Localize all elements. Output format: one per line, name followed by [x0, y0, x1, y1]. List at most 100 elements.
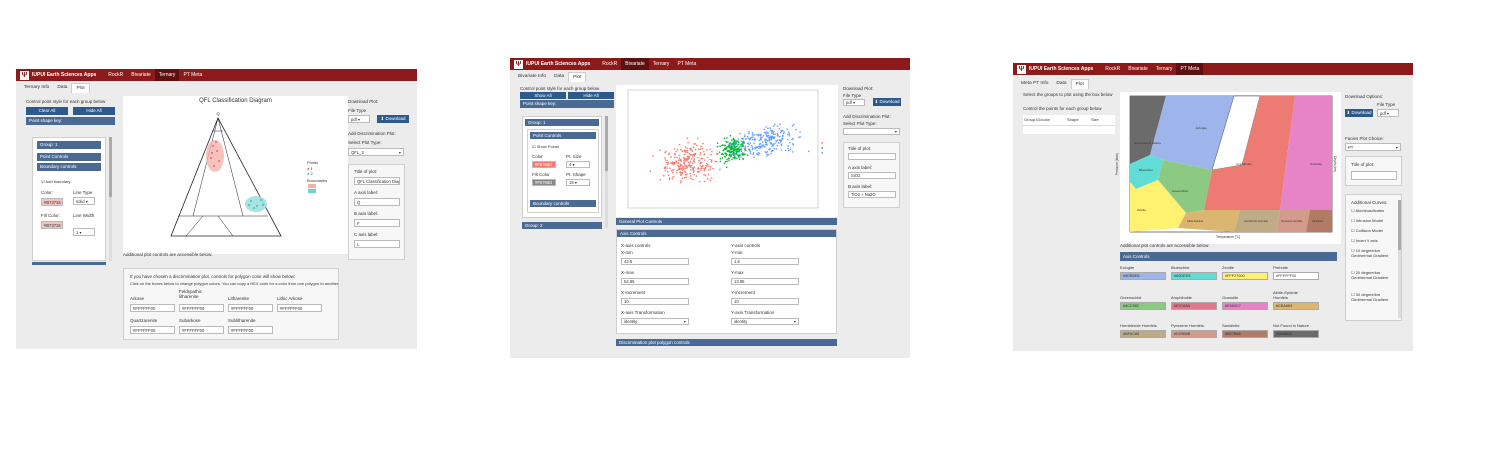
- curve-option[interactable]: ☐ 10 degree/km Geothermal Gradient: [1351, 248, 1393, 258]
- line-width-select[interactable]: 1 ▾: [73, 228, 95, 236]
- tab-bivariate-info[interactable]: Bivariate Info: [514, 72, 550, 82]
- download-button[interactable]: ⬇ Download: [1345, 109, 1373, 117]
- nav-ternary[interactable]: Ternary: [154, 69, 180, 81]
- nav-ternary[interactable]: Ternary: [649, 58, 674, 70]
- scrollbar[interactable]: [1398, 200, 1401, 318]
- tab-data[interactable]: Data: [1052, 79, 1070, 89]
- nav-rockr[interactable]: RockR: [598, 58, 621, 70]
- file-type-select[interactable]: pdf ▾: [348, 115, 370, 123]
- download-button[interactable]: ⬇ Download: [873, 98, 901, 106]
- fill-color-input[interactable]: #F8766D: [532, 179, 556, 186]
- xmin-input[interactable]: 42.5: [621, 258, 689, 265]
- swatch-input[interactable]: #FFFFFF00: [179, 326, 224, 334]
- point-controls-header[interactable]: Point Controls: [530, 132, 596, 139]
- pt-size-select[interactable]: 4 ▾: [566, 161, 590, 168]
- xmax-input[interactable]: 54.85: [621, 278, 689, 285]
- swatch-input[interactable]: #FFFFFF00: [228, 326, 273, 334]
- facies-swatch-input[interactable]: #E684C7: [1222, 302, 1268, 310]
- curve-option[interactable]: ☐ Invert Y axis: [1351, 238, 1378, 243]
- curve-option[interactable]: ☐ 20 degree/km Geothermal Gradient: [1351, 270, 1393, 280]
- facies-select[interactable]: PT ▾: [1345, 143, 1401, 151]
- nav-bivariate[interactable]: Bivariate: [127, 69, 154, 81]
- group-header[interactable]: Group: 1: [37, 141, 101, 149]
- curve-option[interactable]: ☐ Collision Model: [1351, 228, 1383, 233]
- nav-bivariate[interactable]: Bivariate: [1124, 63, 1151, 75]
- swatch-input[interactable]: #FFFFFF00: [277, 304, 322, 312]
- pt-shape-select[interactable]: 19 ▾: [566, 179, 590, 186]
- file-type-select[interactable]: pdf ▾: [843, 99, 865, 106]
- b-axis-input[interactable]: TiO2 + Na2O: [848, 191, 896, 198]
- swatch-input[interactable]: #FFFFFF00: [130, 326, 175, 334]
- ytrans-select[interactable]: identity ▾: [731, 318, 799, 325]
- title-of-plot-input[interactable]: QFL Classification Diag: [354, 177, 400, 185]
- xinc-input[interactable]: 10: [621, 298, 689, 305]
- plot-type-select[interactable]: ▾: [843, 128, 900, 135]
- title-of-plot-input[interactable]: [848, 153, 896, 160]
- ymin-input[interactable]: 1.5: [731, 258, 799, 265]
- point-controls-header[interactable]: Point Controls: [37, 153, 101, 161]
- scroll-thumb[interactable]: [605, 116, 608, 171]
- general-controls-header[interactable]: General Plot Controls: [616, 218, 837, 225]
- facies-swatch-input[interactable]: #CBA663: [1273, 302, 1319, 310]
- facies-swatch-input[interactable]: #FFF27000: [1222, 272, 1268, 280]
- swatch-input[interactable]: #FFFFFF00: [228, 304, 273, 312]
- c-axis-input[interactable]: L: [354, 240, 400, 248]
- swatch-input[interactable]: #FFFFFF00: [130, 304, 175, 312]
- tab-data[interactable]: Data: [550, 72, 568, 82]
- boundary-controls-header[interactable]: Boundary controls: [530, 200, 596, 207]
- nav-pt-meta[interactable]: PT Meta: [1176, 63, 1204, 75]
- nav-bivariate[interactable]: Bivariate: [621, 58, 649, 70]
- boundary-controls-header[interactable]: Boundary controls:: [37, 163, 101, 171]
- download-button[interactable]: ⬇ Download: [377, 115, 409, 123]
- swatch-input[interactable]: #FFFFFF00: [179, 304, 224, 312]
- plot-type-select[interactable]: QFL_2 ▾: [348, 148, 404, 156]
- tab-ternary-info[interactable]: Ternary Info: [20, 83, 53, 93]
- fill-color-input[interactable]: #B73734: [41, 221, 63, 229]
- scroll-thumb[interactable]: [1398, 200, 1401, 250]
- tab-meta-pt-info[interactable]: Meta PT Info: [1017, 79, 1052, 89]
- app-title[interactable]: IUPUI Earth Sciences Apps: [1029, 66, 1093, 72]
- discrim-controls-header[interactable]: Discrimination plot polygon controls: [616, 339, 837, 346]
- facies-swatch-input[interactable]: #B27B66: [1222, 330, 1268, 338]
- tab-plot[interactable]: Plot: [1070, 79, 1089, 89]
- nav-rockr[interactable]: RockR: [1101, 63, 1124, 75]
- axis-controls-header[interactable]: Axis Controls: [1120, 252, 1337, 261]
- facies-swatch-input[interactable]: #BFAC85: [1120, 330, 1166, 338]
- show-points-checkbox[interactable]: ☑ Show Points: [532, 144, 559, 149]
- scrollbar[interactable]: [605, 116, 608, 228]
- tab-plot[interactable]: Plot: [568, 72, 587, 82]
- scrollbar[interactable]: [109, 137, 112, 261]
- facies-swatch-input[interactable]: #E07A8A: [1171, 302, 1217, 310]
- app-title[interactable]: IUPUI Earth Sciences Apps: [526, 61, 590, 67]
- yinc-input[interactable]: 10: [731, 298, 799, 305]
- scroll-thumb[interactable]: [109, 137, 112, 197]
- a-axis-input[interactable]: Q: [354, 198, 400, 206]
- add-boundary-checkbox[interactable]: ☑ Add boundary:: [41, 179, 72, 184]
- clear-all-button[interactable]: Clear All: [26, 107, 68, 115]
- nav-ternary[interactable]: Ternary: [1152, 63, 1177, 75]
- title-of-plot-input[interactable]: [1351, 171, 1397, 180]
- facies-swatch-input[interactable]: #6B6B6B: [1273, 330, 1319, 338]
- curve-option[interactable]: ☐ Aluminosilicates: [1351, 208, 1384, 213]
- file-type-select[interactable]: pdf ▾: [1377, 109, 1399, 117]
- hide-all-button[interactable]: Hide All: [568, 92, 614, 99]
- curve-option[interactable]: ☐ Intrusion Model: [1351, 218, 1383, 223]
- ymax-input[interactable]: 13.85: [731, 278, 799, 285]
- nav-pt-meta[interactable]: PT Meta: [673, 58, 700, 70]
- tab-plot[interactable]: Plot: [71, 83, 90, 93]
- color-input[interactable]: #B73734: [41, 198, 63, 206]
- hide-all-button[interactable]: Hide All: [73, 107, 115, 115]
- app-title[interactable]: IUPUI Earth Sciences Apps: [32, 72, 96, 78]
- curve-option[interactable]: ☐ 30 degree/km Geothermal Gradient: [1351, 292, 1393, 302]
- xtrans-select[interactable]: identity ▾: [621, 318, 689, 325]
- line-type-select[interactable]: solid ▾: [73, 197, 95, 205]
- nav-pt-meta[interactable]: PT Meta: [179, 69, 206, 81]
- facies-swatch-input[interactable]: #9DB5EB: [1120, 272, 1166, 280]
- facies-swatch-input[interactable]: #8CC982: [1120, 302, 1166, 310]
- color-input[interactable]: #F8766D: [532, 161, 556, 168]
- b-axis-input[interactable]: F: [354, 219, 400, 227]
- group2-header[interactable]: Group: 2: [522, 222, 602, 229]
- show-all-button[interactable]: Show All: [520, 92, 566, 99]
- nav-rockr[interactable]: RockR: [104, 69, 127, 81]
- axis-controls-header[interactable]: Axis Controls: [617, 230, 836, 237]
